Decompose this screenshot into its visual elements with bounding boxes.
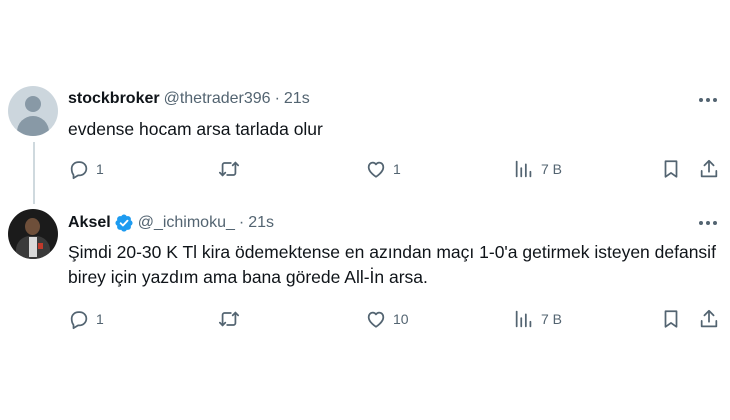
tweet-text: evdense hocam arsa tarlada olur — [68, 119, 323, 139]
tweet-header: stockbroker @thetrader396 · 21s — [68, 90, 310, 108]
tweet-stockbroker[interactable]: stockbroker @thetrader396 · 21s evdense … — [0, 82, 730, 202]
reply-icon — [70, 311, 88, 330]
tweet-header: Aksel @_ichimoku_ · 21s — [68, 213, 274, 233]
share-icon — [700, 309, 718, 328]
bookmark-button[interactable] — [660, 308, 682, 330]
like-icon — [367, 311, 385, 328]
like-count: 10 — [393, 311, 409, 327]
bookmark-icon — [664, 160, 678, 178]
retweet-button[interactable] — [218, 308, 246, 330]
retweet-button[interactable] — [218, 158, 246, 180]
user-handle[interactable]: @thetrader396 — [164, 90, 271, 108]
views-button[interactable]: 7 B — [513, 308, 562, 330]
views-icon — [515, 160, 532, 178]
share-button[interactable] — [698, 308, 720, 330]
verified-badge-icon[interactable] — [114, 213, 134, 233]
tweet-actions: 1 1 7 B — [68, 158, 723, 182]
avatar[interactable] — [8, 86, 58, 136]
reply-count: 1 — [96, 311, 104, 327]
bookmark-icon — [664, 310, 678, 328]
reply-button[interactable]: 1 — [68, 308, 104, 330]
reply-button[interactable]: 1 — [68, 158, 104, 180]
like-button[interactable]: 1 — [365, 158, 401, 180]
tweet-actions: 1 10 7 B — [68, 308, 723, 332]
display-name[interactable]: stockbroker — [68, 90, 160, 108]
share-button[interactable] — [698, 158, 720, 180]
like-count: 1 — [393, 161, 401, 177]
thread-line — [33, 142, 35, 204]
like-button[interactable]: 10 — [365, 308, 409, 330]
retweet-icon — [218, 311, 240, 327]
more-icon[interactable] — [696, 90, 720, 110]
bookmark-button[interactable] — [660, 158, 682, 180]
views-count: 7 B — [541, 161, 563, 177]
separator-dot: · — [238, 214, 245, 231]
reply-icon — [70, 161, 88, 180]
views-icon — [515, 310, 532, 328]
reply-count: 1 — [96, 161, 104, 177]
views-button[interactable]: 7 B — [513, 158, 562, 180]
tweet-text: Şimdi 20-30 K Tl kira ödemektense en azı… — [68, 242, 716, 287]
timestamp[interactable]: 21s — [284, 90, 310, 108]
more-icon[interactable] — [696, 213, 720, 233]
avatar[interactable] — [8, 209, 58, 259]
separator-dot: · — [274, 90, 280, 107]
share-icon — [700, 159, 718, 178]
tweet-aksel[interactable]: Aksel @_ichimoku_ · 21s Şimdi 20-30 K Tl… — [0, 205, 730, 345]
like-icon — [367, 161, 385, 178]
retweet-icon — [218, 161, 240, 177]
user-handle[interactable]: @_ichimoku_ — [138, 214, 235, 232]
timestamp[interactable]: 21s — [248, 214, 274, 232]
views-count: 7 B — [541, 311, 563, 327]
display-name[interactable]: Aksel — [68, 214, 111, 232]
